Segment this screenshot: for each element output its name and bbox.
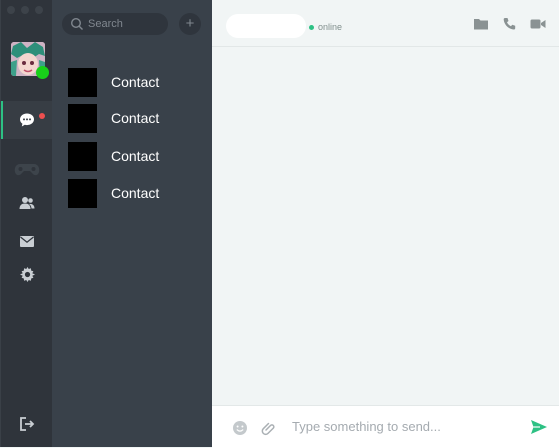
add-contact-button[interactable]: + [179, 13, 201, 35]
gear-icon [19, 266, 35, 282]
send-icon[interactable] [530, 418, 548, 436]
video-camera-icon[interactable] [530, 17, 546, 31]
minimize-window-button[interactable] [21, 6, 29, 14]
nav-item-contacts[interactable] [1, 184, 53, 222]
logout-icon [20, 417, 35, 431]
online-status-dot [36, 66, 49, 79]
contact-item[interactable]: Contact [68, 67, 208, 97]
online-dot [309, 24, 314, 30]
unread-badge [39, 113, 45, 119]
attachment-icon[interactable] [260, 420, 276, 436]
gamepad-icon [14, 164, 40, 176]
contact-avatar [68, 103, 97, 133]
contact-name: Contact [111, 74, 160, 90]
mail-icon [20, 235, 34, 247]
folder-icon[interactable] [473, 17, 489, 31]
contacts-icon [19, 197, 35, 209]
contact-item[interactable]: Contact [68, 178, 208, 208]
nav-rail [0, 0, 53, 447]
contact-avatar [68, 141, 97, 171]
contact-name: Contact [111, 148, 160, 164]
close-window-button[interactable] [7, 6, 15, 14]
contact-item[interactable]: Contact [68, 141, 208, 171]
conversation-title [226, 14, 306, 38]
window-controls [7, 6, 43, 14]
conversation-header: online [212, 0, 559, 47]
contact-avatar [68, 67, 97, 97]
contact-name: Contact [111, 185, 160, 201]
status-text: online [318, 22, 343, 32]
maximize-window-button[interactable] [35, 6, 43, 14]
message-input[interactable] [290, 418, 514, 435]
search-box[interactable] [62, 13, 168, 35]
nav-item-settings[interactable] [1, 255, 53, 293]
emoji-icon[interactable] [232, 420, 248, 436]
contact-item[interactable]: Contact [68, 103, 208, 133]
presence-status: online [309, 22, 342, 32]
contact-avatar [68, 178, 97, 208]
phone-icon[interactable] [502, 17, 518, 31]
chat-bubble-icon [20, 113, 34, 127]
conversation-pane: online [212, 0, 559, 448]
nav-item-chats[interactable] [1, 101, 53, 139]
contact-list-panel: + Contact Contact Contact Contact [52, 0, 212, 447]
search-icon [70, 17, 83, 30]
search-input[interactable] [84, 18, 162, 30]
nav-item-logout[interactable] [1, 405, 53, 443]
message-composer [212, 405, 559, 448]
contact-name: Contact [111, 110, 160, 126]
